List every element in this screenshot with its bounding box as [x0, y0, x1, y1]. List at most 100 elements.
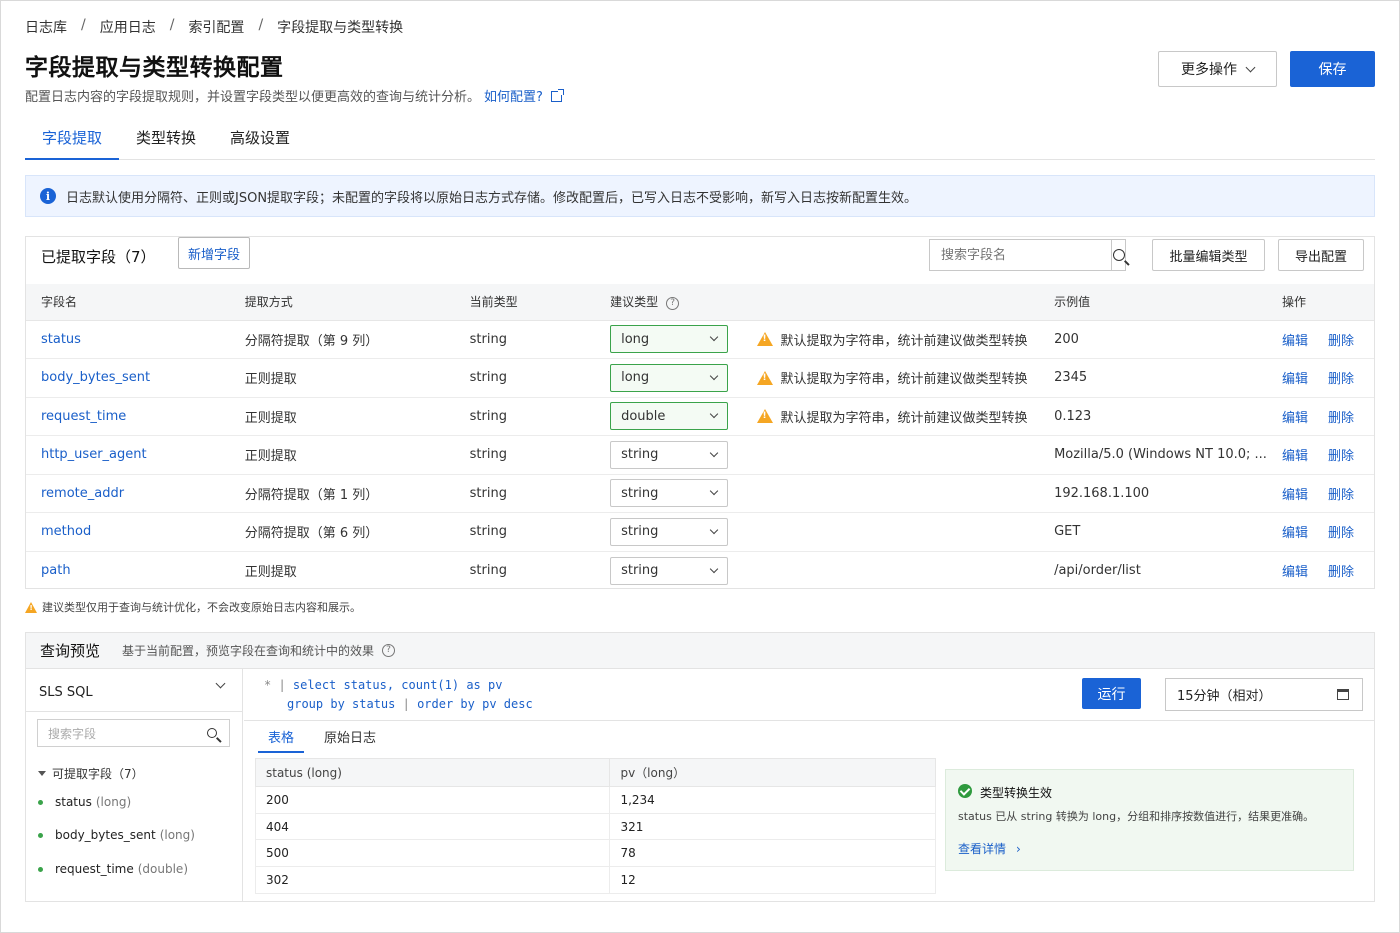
code-prefix: * |	[264, 678, 286, 692]
result-cell: 302	[254, 866, 611, 894]
result-cell: 78	[609, 839, 936, 868]
suggested-type-select[interactable]: string	[610, 556, 729, 585]
breadcrumb-item[interactable]: 应用日志	[100, 17, 156, 37]
column-header: 当前类型	[454, 284, 596, 321]
suggested-type-value: long	[621, 331, 650, 347]
delete-link[interactable]: 删除	[1328, 565, 1354, 580]
result-cell: 404	[254, 812, 611, 841]
chevron-down-icon	[709, 410, 719, 419]
search-button[interactable]	[1111, 240, 1125, 270]
field-name-link[interactable]: remote_addr	[41, 486, 124, 501]
tab-type-conversion[interactable]: 类型转换	[119, 120, 213, 160]
tab-field-extraction[interactable]: 字段提取	[25, 120, 120, 160]
external-link-icon[interactable]	[550, 89, 564, 102]
tab-advanced-settings[interactable]: 高级设置	[213, 120, 307, 160]
sidebar-search-input[interactable]: 搜索字段	[37, 719, 230, 747]
field-name-link[interactable]: http_user_agent	[41, 447, 147, 462]
main-tabs: 字段提取 类型转换 高级设置	[25, 120, 1375, 160]
field-search-input[interactable]	[930, 240, 1111, 270]
suggested-type-select[interactable]: long	[610, 325, 729, 354]
view-details-link[interactable]: 查看详情 ›	[958, 840, 1021, 857]
sidebar-search-placeholder: 搜索字段	[48, 726, 97, 741]
field-name-link[interactable]: status	[41, 332, 81, 347]
time-range-select[interactable]: 15分钟（相对）	[1165, 678, 1363, 711]
field-name-link[interactable]: request_time	[41, 409, 126, 424]
chevron-down-icon	[709, 371, 719, 380]
result-column-header: status (long)	[254, 758, 611, 787]
edit-link[interactable]: 编辑	[1282, 449, 1308, 464]
sample-value: GET	[1039, 512, 1267, 552]
delete-link[interactable]: 删除	[1328, 334, 1354, 349]
more-actions-button[interactable]: 更多操作	[1158, 51, 1277, 87]
edit-link[interactable]: 编辑	[1282, 411, 1308, 426]
run-button[interactable]: 运行	[1082, 678, 1141, 709]
help-icon[interactable]: ?	[666, 297, 680, 311]
tab-table[interactable]: 表格	[258, 725, 305, 753]
result-header-row: status (long) pv（long）	[254, 758, 936, 787]
table-row: remote_addr 分隔符提取（第 1 列） string string 1…	[26, 474, 1374, 513]
field-name-link[interactable]: body_bytes_sent	[41, 370, 150, 385]
tree-item-name: request_time	[55, 862, 134, 876]
field-name-link[interactable]: method	[41, 524, 91, 539]
tab-raw-logs[interactable]: 原始日志	[314, 725, 386, 753]
table-row: http_user_agent 正则提取 string string Mozil…	[26, 435, 1374, 475]
card-title: 已提取字段（7）	[41, 248, 156, 266]
warning-cell: 默认提取为字符串，统计前建议做类型转换	[756, 407, 1040, 426]
help-icon[interactable]: ?	[382, 644, 396, 657]
suggested-type-select[interactable]: string	[610, 517, 729, 546]
suggested-type-value: string	[621, 447, 659, 463]
breadcrumb-item[interactable]: 日志库	[25, 17, 67, 37]
code-pipe: |	[402, 697, 410, 711]
tree-item[interactable]: body_bytes_sent (long)	[38, 828, 195, 842]
suggested-type-select[interactable]: string	[610, 479, 729, 508]
suggested-type-select[interactable]: long	[610, 363, 729, 392]
table-row: body_bytes_sent 正则提取 string long 默认提取为字符…	[26, 358, 1374, 398]
delete-link[interactable]: 删除	[1328, 526, 1354, 541]
tree-group-extractable-fields[interactable]: 可提取字段（7）	[38, 765, 144, 782]
tree-item[interactable]: status (long)	[38, 795, 131, 809]
edit-link[interactable]: 编辑	[1282, 488, 1308, 503]
sample-value: 0.123	[1039, 397, 1267, 436]
breadcrumb: 日志库 / 应用日志 / 索引配置 / 字段提取与类型转换	[25, 17, 403, 37]
tree-item[interactable]: request_time (double)	[38, 862, 188, 876]
result-card-title: 类型转换生效	[980, 786, 1053, 800]
tree-item-type: (long)	[159, 828, 195, 842]
delete-link[interactable]: 删除	[1328, 449, 1354, 464]
delete-link[interactable]: 删除	[1328, 411, 1354, 426]
delete-link[interactable]: 删除	[1328, 488, 1354, 503]
result-card-description: status 已从 string 转换为 long，分组和排序按数值进行，结果更…	[958, 810, 1315, 823]
column-header: 字段名	[26, 284, 230, 321]
help-link[interactable]: 如何配置?	[484, 90, 543, 105]
code-line-1: * | select status, count(1) as pv	[264, 678, 502, 692]
delete-link[interactable]: 删除	[1328, 372, 1354, 387]
query-language-select[interactable]: SLS SQL	[39, 685, 93, 700]
edit-link[interactable]: 编辑	[1282, 526, 1308, 541]
warning-cell: 默认提取为字符串，统计前建议做类型转换	[756, 330, 1040, 349]
code-text: group by status	[287, 697, 396, 711]
chevron-down-icon[interactable]	[215, 678, 226, 689]
add-field-button[interactable]: 新增字段	[178, 237, 250, 269]
warning-icon	[25, 601, 37, 613]
sample-value: 200	[1039, 320, 1267, 359]
more-actions-label: 更多操作	[1181, 62, 1237, 78]
column-header: 示例值	[1039, 284, 1267, 321]
edit-link[interactable]: 编辑	[1282, 565, 1308, 580]
suggested-type-select[interactable]: string	[610, 440, 729, 469]
status-dot-icon	[38, 832, 43, 838]
extract-method: 正则提取	[229, 435, 455, 475]
field-name-link[interactable]: path	[41, 563, 71, 578]
batch-edit-type-button[interactable]: 批量编辑类型	[1152, 239, 1265, 271]
extract-method: 分隔符提取（第 6 列）	[229, 512, 455, 552]
query-preview-panel: 查询预览 基于当前配置，预览字段在查询和统计中的效果 ? SLS SQL 搜索字…	[25, 632, 1375, 902]
current-type: string	[454, 397, 596, 436]
save-button[interactable]: 保存	[1290, 51, 1375, 87]
breadcrumb-item[interactable]: 索引配置	[188, 17, 244, 37]
current-type: string	[454, 474, 596, 513]
suggested-type-select[interactable]: double	[610, 402, 729, 431]
export-config-button[interactable]: 导出配置	[1278, 239, 1364, 271]
chevron-right-icon: ›	[1016, 842, 1021, 856]
edit-link[interactable]: 编辑	[1282, 334, 1308, 349]
edit-link[interactable]: 编辑	[1282, 372, 1308, 387]
info-notice: i 日志默认使用分隔符、正则或JSON提取字段；未配置的字段将以原始日志方式存储…	[25, 175, 1375, 217]
warning-text: 默认提取为字符串，统计前建议做类型转换	[780, 410, 1028, 426]
